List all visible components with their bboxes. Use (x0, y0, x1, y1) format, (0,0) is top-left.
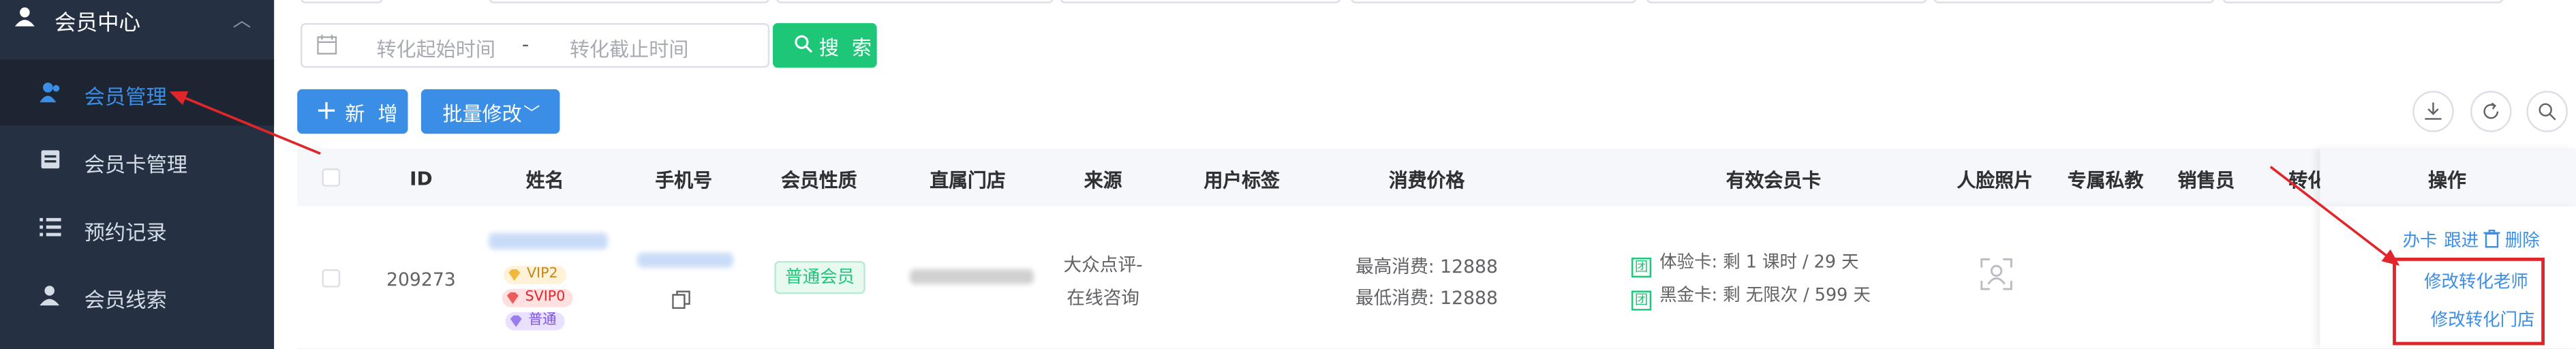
member-card-text: 体验卡: 剩 1 课时 / 29 天 (1659, 252, 1859, 273)
sidebar: 会员中心 ︿ 会员管理 会员卡管理 预约记录 会员线索 (0, 0, 275, 349)
sidebar-item-label: 预约记录 (84, 219, 167, 245)
member-type-tag: 普通会员 (774, 260, 865, 294)
conversion-date-range[interactable]: 转化起始时间 - 转化截止时间 (301, 22, 770, 68)
filter-field[interactable] (776, 0, 1054, 3)
sidebar-item-label: 会员管理 (84, 84, 167, 109)
col-header-private-coach: 专属私教 (2067, 168, 2144, 192)
lead-icon (40, 286, 60, 306)
group-buy-icon: 团 (1631, 258, 1652, 278)
member-card-item: 团体验卡: 剩 1 课时 / 29 天 (1631, 249, 1859, 278)
chevron-up-icon: ︿ (232, 10, 251, 32)
batch-edit-label: 批量修改 (442, 102, 522, 126)
annotation-highlight-box (2393, 258, 2545, 346)
col-header-id: ID (410, 166, 433, 190)
diamond-icon (510, 315, 522, 327)
name-redacted (489, 232, 608, 249)
range-separator: - (521, 33, 530, 57)
refresh-button[interactable] (2470, 91, 2512, 132)
sidebar-item-appointments[interactable]: 预约记录 (0, 195, 274, 261)
search-icon (795, 35, 813, 53)
badge-vip-label: VIP2 (526, 266, 558, 283)
add-button[interactable]: + 新 增 (297, 89, 408, 134)
table-header: ID 姓名 手机号 会员性质 直属门店 来源 用户标签 消费价格 有效会员卡 人… (297, 149, 2576, 207)
search-button-label: 搜 索 (818, 36, 875, 60)
sidebar-item-member-management[interactable]: 会员管理 (0, 59, 275, 126)
col-header-price: 消费价格 (1388, 168, 1465, 192)
col-header-salesperson: 销售员 (2177, 168, 2235, 192)
phone-redacted (637, 252, 733, 268)
download-icon (2425, 102, 2442, 120)
col-header-source: 来源 (1084, 168, 1122, 192)
plus-icon: + (315, 94, 338, 126)
delete-link[interactable]: 删除 (2505, 228, 2540, 252)
cell-source-line1: 大众点评- (1063, 254, 1143, 276)
user-icon (14, 7, 35, 27)
add-button-label: 新 增 (345, 102, 401, 126)
batch-edit-button[interactable]: 批量修改 ﹀ (420, 89, 560, 134)
badge-normal-label: 普通 (528, 312, 557, 329)
col-header-phone: 手机号 (655, 168, 712, 192)
follow-up-link[interactable]: 跟进 (2444, 228, 2479, 252)
sidebar-item-card-management[interactable]: 会员卡管理 (0, 127, 274, 194)
col-header-user-tags: 用户标签 (1203, 168, 1280, 192)
filter-field[interactable] (1933, 0, 2215, 3)
start-date-input[interactable]: 转化起始时间 (376, 35, 495, 63)
list-icon (40, 217, 61, 237)
issue-card-link[interactable]: 办卡 (2403, 228, 2438, 252)
col-header-face-photo: 人脸照片 (1957, 168, 2033, 192)
group-buy-icon: 团 (1631, 290, 1652, 311)
badge-vip: VIP2 (504, 266, 566, 284)
filter-field[interactable] (301, 0, 384, 3)
col-header-name: 姓名 (525, 168, 564, 192)
cell-price-max: 最高消费: 12888 (1355, 256, 1498, 278)
search-button[interactable]: 搜 索 (773, 22, 877, 68)
export-button[interactable] (2412, 91, 2454, 132)
diamond-icon (508, 269, 521, 281)
sidebar-item-leads[interactable]: 会员线索 (0, 262, 274, 329)
badge-normal: 普通 (505, 312, 565, 331)
diamond-icon (506, 292, 519, 304)
filter-field[interactable] (1060, 0, 1341, 3)
col-header-store: 直属门店 (930, 168, 1006, 192)
main-content: 转化起始时间 - 转化截止时间 搜 索 + 新 增 批量修改 ﹀ ID 姓名 手… (274, 0, 2576, 349)
select-all-checkbox[interactable] (322, 168, 341, 187)
col-header-actions-cell: 操作 (2320, 149, 2576, 207)
copy-icon[interactable] (672, 290, 690, 309)
sidebar-item-label: 会员线索 (84, 287, 167, 312)
member-card-text: 黑金卡: 剩 无限次 / 599 天 (1659, 286, 1871, 306)
badge-svip-label: SVIP0 (525, 289, 566, 306)
row-checkbox[interactable] (322, 269, 341, 288)
page-root: 会员中心 ︿ 会员管理 会员卡管理 预约记录 会员线索 转化起始时间 - 转化截… (0, 0, 2576, 349)
cell-id: 209273 (386, 269, 456, 291)
sidebar-item-label: 会员卡管理 (84, 151, 188, 177)
table-search-button[interactable] (2526, 91, 2568, 132)
calendar-icon (317, 34, 337, 55)
card-icon (41, 150, 60, 169)
store-redacted (910, 269, 1034, 284)
chevron-down-icon: ﹀ (523, 106, 540, 124)
cell-price-min: 最低消费: 12888 (1355, 287, 1498, 309)
table-row: 209273 VIP2 SVIP0 普通 普通会员 大众点评- 在线咨询 最高消… (297, 206, 2576, 349)
cell-source-line2: 在线咨询 (1067, 287, 1139, 309)
filter-field[interactable] (1351, 0, 1637, 3)
sidebar-group-member-center[interactable]: 会员中心 ︿ (0, 0, 275, 42)
face-photo-icon[interactable] (1980, 258, 2012, 290)
trash-icon[interactable] (2483, 229, 2500, 248)
sidebar-group-label: 会员中心 (54, 11, 141, 37)
member-card-item: 团黑金卡: 剩 无限次 / 599 天 (1631, 282, 1871, 311)
search-icon (2539, 103, 2556, 121)
end-date-input[interactable]: 转化截止时间 (570, 35, 689, 63)
badge-svip: SVIP0 (502, 289, 574, 307)
filter-field[interactable] (2222, 0, 2504, 3)
filter-field[interactable] (1646, 0, 1927, 3)
col-header-member-type: 会员性质 (781, 168, 857, 192)
col-header-valid-cards: 有效会员卡 (1726, 168, 1822, 192)
col-header-actions: 操作 (2428, 168, 2466, 192)
users-icon (40, 82, 60, 103)
filter-field[interactable] (489, 0, 770, 3)
refresh-icon (2483, 102, 2499, 119)
